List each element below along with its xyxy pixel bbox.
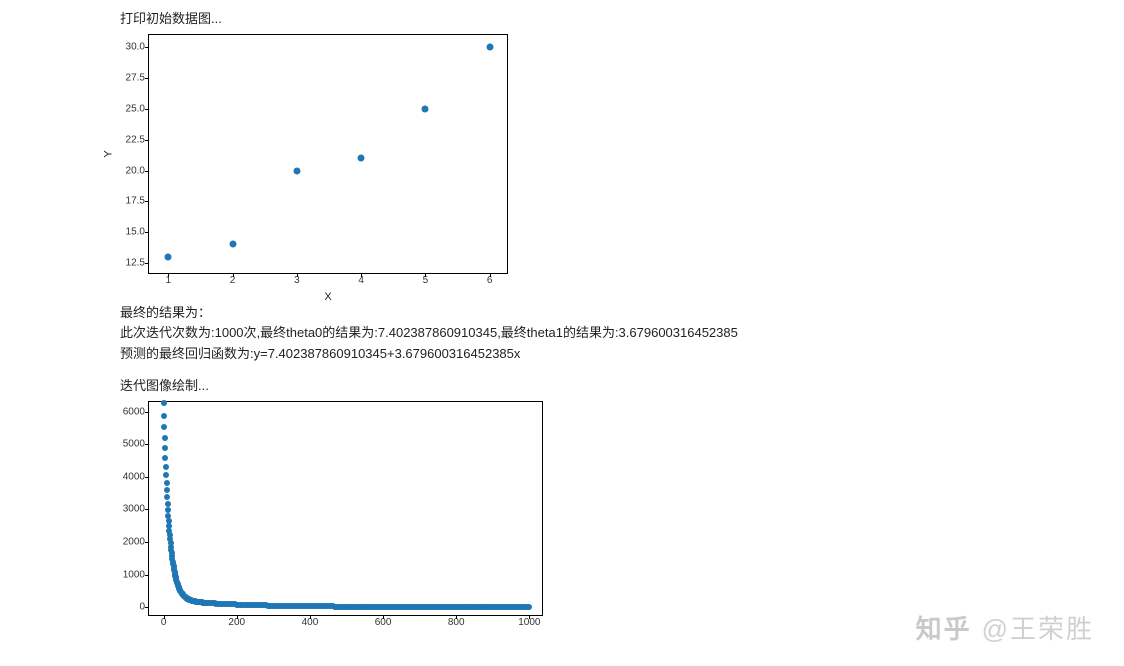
chart1-point (229, 241, 236, 248)
chart2-point (164, 480, 170, 486)
chart1-point (422, 106, 429, 113)
chart1-ylabel: Y (103, 151, 115, 158)
watermark: 知乎 @王荣胜 (916, 609, 1094, 646)
chart1-ytick: 27.5 (109, 73, 149, 84)
chart1-point (165, 253, 172, 260)
chart1-ytick: 15.0 (109, 227, 149, 238)
chart2-ytick: 4000 (109, 471, 149, 482)
chart2-ytick: 0 (109, 602, 149, 613)
chart2-ytick: 6000 (109, 406, 149, 417)
chart1-ytick: 22.5 (109, 134, 149, 145)
chart2-ytick: 3000 (109, 504, 149, 515)
chart1-point (293, 167, 300, 174)
chart1-ytick: 30.0 (109, 42, 149, 53)
chart2-point (163, 472, 169, 478)
result-line-2: 预测的最终回归函数为:y=7.402387860910345+3.6796003… (120, 345, 1124, 363)
scatter-chart-iteration: 0100020003000400050006000020040060080010… (148, 401, 543, 616)
chart1-point (358, 155, 365, 162)
chart2-point (526, 604, 532, 610)
chart2-point (164, 487, 170, 493)
scatter-chart-initial: Y X 12.515.017.520.022.525.027.530.01234… (148, 34, 508, 274)
chart1-ytick: 25.0 (109, 104, 149, 115)
chart2-point (162, 445, 168, 451)
chart1-ytick: 17.5 (109, 196, 149, 207)
chart2-ytick: 2000 (109, 537, 149, 548)
chart2-ytick: 5000 (109, 439, 149, 450)
result-line-1: 此次迭代次数为:1000次,最终theta0的结果为:7.40238786091… (120, 324, 1124, 342)
chart1-ytick: 12.5 (109, 257, 149, 268)
chart2-point (163, 464, 169, 470)
chart1-xlabel: X (324, 291, 331, 303)
watermark-brand: 知乎 (916, 614, 972, 644)
chart2-point (161, 400, 167, 406)
result-header: 最终的结果为： (120, 304, 1124, 322)
chart2-point (162, 435, 168, 441)
chart2-point (162, 455, 168, 461)
chart2-ytick: 1000 (109, 569, 149, 580)
chart2-point (164, 494, 170, 500)
print-initial-label: 打印初始数据图... (120, 10, 1124, 28)
watermark-author: @王荣胜 (982, 614, 1094, 644)
chart2-point (161, 424, 167, 430)
chart1-ytick: 20.0 (109, 165, 149, 176)
iteration-header: 迭代图像绘制... (120, 377, 1124, 395)
chart1-point (486, 44, 493, 51)
chart2-point (161, 413, 167, 419)
